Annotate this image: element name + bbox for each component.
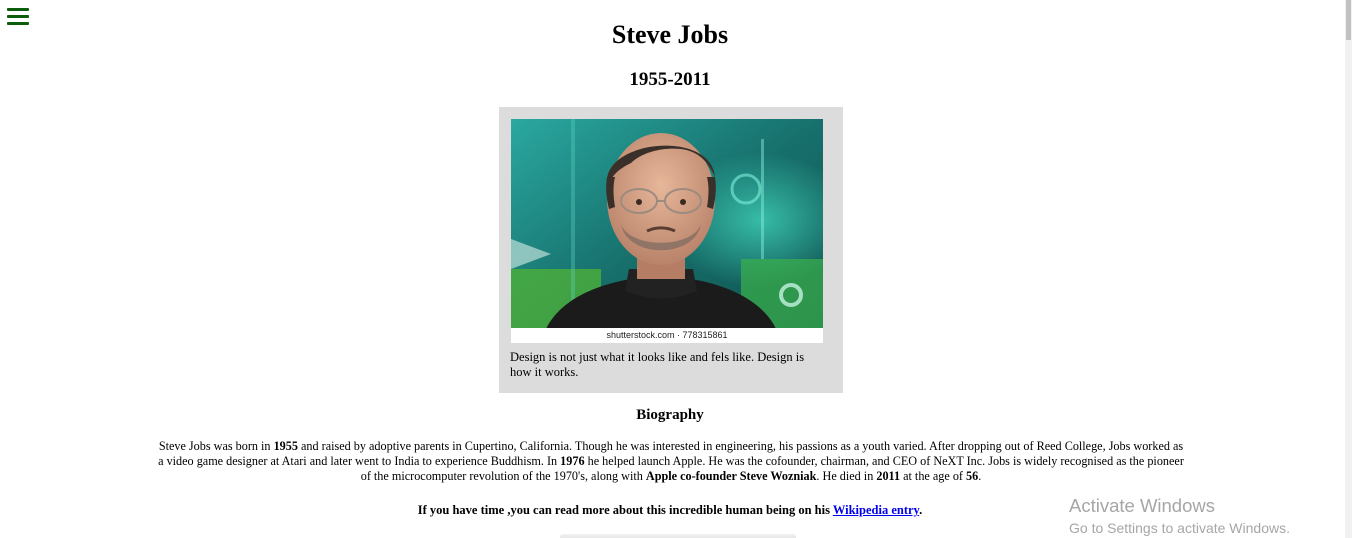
image-credit: shutterstock.com · 778315861 [511, 328, 823, 343]
bio-segment: at the age of [900, 469, 967, 483]
bio-cofounder: Apple co-founder Steve Wozniak [645, 469, 817, 483]
read-more-prefix: If you have time ,you can read more abou… [417, 503, 833, 517]
page-title: Steve Jobs [611, 20, 729, 49]
watermark-subtitle: Go to Settings to activate Windows. [1069, 520, 1290, 536]
image-caption: Design is not just what it looks like an… [510, 350, 805, 379]
wikipedia-link[interactable]: Wikipedia entry [833, 503, 919, 517]
bottom-element-edge [560, 534, 796, 538]
biography-heading: Biography [636, 407, 704, 423]
bio-segment: . [978, 469, 982, 483]
vertical-scrollbar[interactable] [1345, 0, 1352, 538]
read-more-suffix: . [919, 503, 923, 517]
bio-age: 56 [966, 469, 979, 483]
scrollbar-thumb[interactable] [1346, 0, 1351, 40]
portrait-image: shutterstock.com · 778315861 [511, 119, 823, 343]
activate-windows-watermark: Activate Windows Go to Settings to activ… [1069, 495, 1290, 537]
life-dates: 1955-2011 [629, 69, 711, 90]
portrait-card: shutterstock.com · 778315861 Design is n… [499, 107, 843, 393]
watermark-title: Activate Windows [1069, 495, 1215, 516]
bio-segment: . He died in [816, 469, 877, 483]
bio-birth-year: 1955 [273, 439, 298, 453]
bio-segment: Steve Jobs was born in [158, 439, 274, 453]
biography-text: Steve Jobs was born in 1955 and raised b… [155, 439, 1187, 484]
portrait-photo-illustration [511, 119, 823, 343]
bio-apple-year: 1976 [560, 454, 585, 468]
bio-death-year: 2011 [876, 469, 901, 483]
